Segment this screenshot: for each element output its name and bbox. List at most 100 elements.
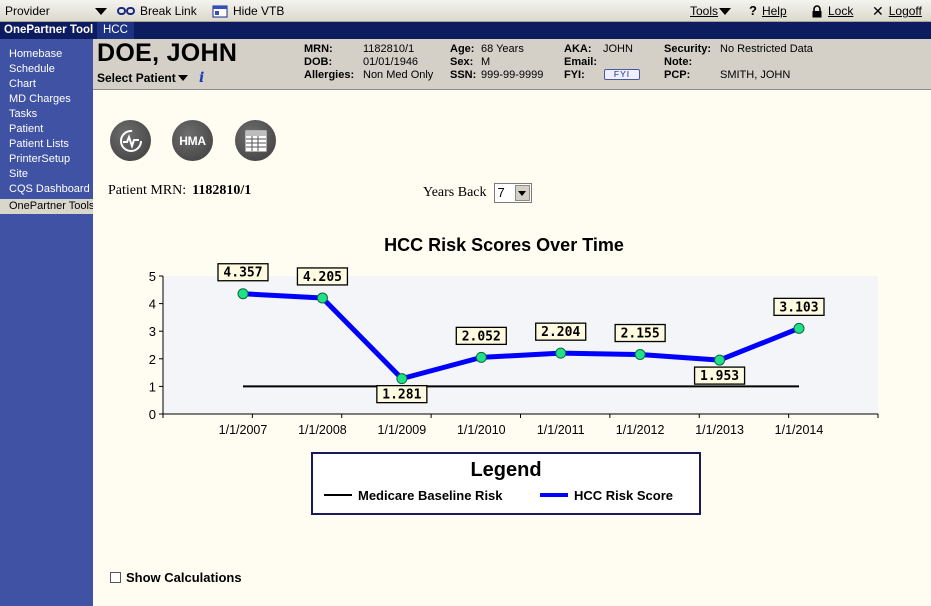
aka-label: AKA: bbox=[564, 43, 592, 55]
hcc-point bbox=[316, 292, 328, 304]
years-back-row: Years Back 7 bbox=[423, 183, 532, 203]
x-tick-label: 1/1/2012 bbox=[616, 423, 665, 437]
data-label: 4.205 bbox=[303, 270, 342, 285]
hcc-point bbox=[237, 288, 249, 300]
note-label: Note: bbox=[664, 56, 693, 68]
data-label: 2.052 bbox=[462, 329, 501, 344]
chevron-down-icon bbox=[177, 75, 188, 81]
x-tick-label: 1/1/2008 bbox=[298, 423, 347, 437]
hma-button[interactable]: HMA bbox=[172, 120, 213, 161]
allergies-label: Allergies: bbox=[304, 69, 355, 81]
dob-value: 01/01/1946 bbox=[363, 56, 419, 68]
info-icon[interactable]: i bbox=[199, 70, 204, 86]
vitals-button[interactable] bbox=[110, 120, 151, 161]
aka-value: JOHN bbox=[603, 43, 633, 55]
break-link-label: Break Link bbox=[140, 4, 197, 18]
sidebar-item-patient[interactable]: Patient bbox=[0, 122, 93, 137]
show-calculations-label: Show Calculations bbox=[126, 570, 242, 585]
sidebar-item-patient-lists[interactable]: Patient Lists bbox=[0, 137, 93, 152]
help-label: Help bbox=[761, 4, 787, 18]
fyi-label: FYI: bbox=[564, 69, 585, 81]
chart-title: HCC Risk Scores Over Time bbox=[384, 235, 624, 255]
legend-label-baseline: Medicare Baseline Risk bbox=[358, 488, 503, 503]
help-button[interactable]: ? Help bbox=[749, 3, 787, 19]
toolbar-icon bbox=[212, 5, 228, 18]
data-label: 2.155 bbox=[621, 327, 660, 342]
data-label: 2.204 bbox=[541, 325, 580, 340]
y-tick-label: 5 bbox=[149, 269, 156, 284]
sidebar-item-tasks[interactable]: Tasks bbox=[0, 107, 93, 122]
main-content: HMA Patient MRN: 1182810/1 Years Back 7 H… bbox=[93, 91, 931, 606]
years-back-select[interactable]: 7 bbox=[493, 183, 532, 203]
x-tick-label: 1/1/2013 bbox=[695, 423, 744, 437]
hcc-point bbox=[793, 322, 805, 334]
logoff-button[interactable]: ✕ Logoff bbox=[872, 3, 922, 19]
mrn-label: MRN: bbox=[304, 43, 333, 55]
provider-menu[interactable]: Provider bbox=[5, 3, 107, 19]
mrn-value: 1182810/1 bbox=[363, 43, 415, 55]
y-tick-label: 1 bbox=[149, 379, 156, 394]
sidebar-item-site[interactable]: Site bbox=[0, 167, 93, 182]
hcc-point bbox=[555, 347, 567, 359]
hcc-point bbox=[634, 349, 646, 361]
chevron-down-icon bbox=[719, 7, 732, 15]
sidebar-item-onepartner-tools[interactable]: OnePartner Tools bbox=[0, 199, 93, 214]
patient-mrn-row: Patient MRN: 1182810/1 bbox=[108, 183, 251, 199]
select-patient-label: Select Patient bbox=[97, 71, 176, 85]
patient-mrn-label: Patient MRN: bbox=[108, 183, 187, 198]
sidebar-item-md-charges[interactable]: MD Charges bbox=[0, 92, 93, 107]
fyi-button[interactable]: FYI bbox=[604, 69, 640, 80]
pcp-label: PCP: bbox=[664, 69, 691, 81]
email-label: Email: bbox=[564, 56, 598, 68]
tab-strip: HCC bbox=[93, 22, 931, 39]
sidebar-item-printer-setup[interactable]: PrinterSetup bbox=[0, 152, 93, 167]
sidebar-title: OnePartner Tools bbox=[0, 22, 93, 39]
legend-title: Legend bbox=[470, 459, 541, 481]
hide-vtb-label: Hide VTB bbox=[233, 4, 285, 18]
age-label: Age: bbox=[450, 43, 475, 55]
data-label: 1.281 bbox=[382, 388, 421, 403]
lock-icon bbox=[812, 4, 822, 17]
ssn-value: 999-99-9999 bbox=[481, 69, 544, 81]
hide-vtb-button[interactable]: Hide VTB bbox=[212, 3, 284, 19]
tab-hcc[interactable]: HCC bbox=[97, 22, 134, 39]
security-label: Security: bbox=[664, 43, 712, 55]
lock-button[interactable]: Lock bbox=[811, 3, 853, 19]
sidebar-item-schedule[interactable]: Schedule bbox=[0, 62, 93, 77]
lock-label: Lock bbox=[828, 4, 854, 18]
x-tick-label: 1/1/2010 bbox=[457, 423, 506, 437]
sidebar-item-homebase[interactable]: Homebase bbox=[0, 47, 93, 62]
sidebar-nav: Homebase Schedule Chart MD Charges Tasks… bbox=[0, 39, 93, 214]
calculator-button[interactable] bbox=[235, 120, 276, 161]
chevron-down-icon bbox=[94, 7, 107, 15]
hma-label: HMA bbox=[179, 133, 206, 148]
years-back-value: 7 bbox=[497, 185, 505, 200]
help-icon: ? bbox=[749, 3, 757, 18]
top-menu-bar: Provider Break Link Hide VTB Tools ? Hel… bbox=[0, 0, 931, 22]
hcc-risk-chart: HCC Risk Scores Over Time 0 1 2 3 4 5 1/1/2007 1… bbox=[149, 235, 879, 515]
break-link-icon bbox=[117, 7, 135, 15]
patient-mrn-value: 1182810/1 bbox=[192, 183, 252, 198]
x-tick-label: 1/1/2014 bbox=[775, 423, 824, 437]
hcc-point bbox=[396, 373, 408, 385]
x-tick-label: 1/1/2007 bbox=[219, 423, 268, 437]
logoff-label: Logoff bbox=[888, 4, 922, 18]
checkbox-icon bbox=[110, 572, 121, 583]
sidebar: OnePartner Tools Homebase Schedule Chart… bbox=[0, 22, 93, 606]
sidebar-item-cqs-dashboard[interactable]: CQS Dashboard bbox=[0, 182, 93, 197]
tools-menu[interactable]: Tools bbox=[690, 3, 732, 19]
break-link-button[interactable]: Break Link bbox=[117, 3, 197, 19]
sex-value: M bbox=[481, 56, 491, 68]
spreadsheet-icon bbox=[245, 130, 266, 151]
legend-label-hcc: HCC Risk Score bbox=[574, 488, 673, 503]
chevron-down-icon[interactable] bbox=[514, 185, 530, 201]
dob-label: DOB: bbox=[304, 56, 333, 68]
select-patient-dropdown[interactable]: Select Patient bbox=[97, 71, 188, 85]
sidebar-item-chart[interactable]: Chart bbox=[0, 77, 93, 92]
data-label: 1.953 bbox=[700, 369, 739, 384]
data-label: 4.357 bbox=[223, 266, 262, 281]
y-tick-label: 4 bbox=[149, 297, 156, 312]
y-tick-label: 2 bbox=[149, 352, 156, 367]
x-tick-label: 1/1/2011 bbox=[537, 423, 585, 437]
show-calculations-checkbox[interactable]: Show Calculations bbox=[110, 570, 242, 585]
